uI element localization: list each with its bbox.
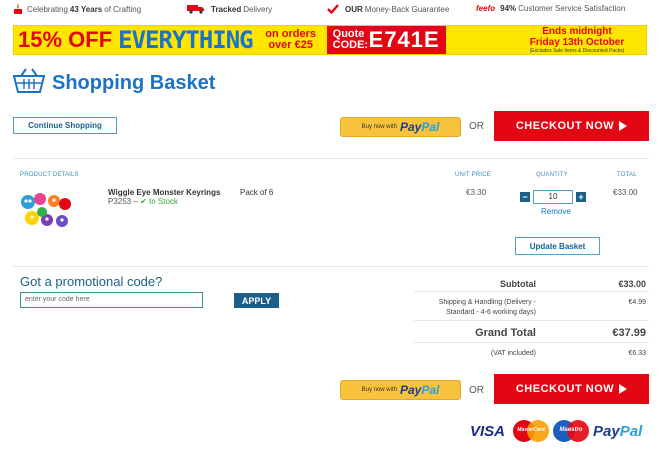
product-image[interactable] [18,190,74,234]
banner-everything: EVERYTHING [118,26,253,54]
unit-price: €3.30 [466,188,487,197]
usp-crafting: Celebrating 43 Years of Crafting [13,4,141,15]
usp-guarantee: OUR Money-Back Guarantee [327,4,449,14]
or-label: OR [469,385,484,396]
checkout-button[interactable]: CHECKOUT NOW [494,111,649,141]
paypal-logo: PayPal [593,422,643,440]
banner-quote-code: Quote CODE: E741E [326,26,446,54]
arrow-right-icon [619,384,628,394]
header-quantity: QUANTITY [536,172,568,178]
grand-total-value: €37.99 [612,327,646,339]
usp-feefo: feefo 94% Customer Service Satisfaction [476,4,626,13]
in-stock-icon: ✔ [140,197,147,206]
subtotal-label: Subtotal [500,279,536,289]
divider [13,266,649,267]
page-title: Shopping Basket [52,72,216,94]
banner-min-order: on orders over €25 [265,28,316,51]
stock-status: In Stock [149,197,178,206]
product-code: P3253 [108,197,132,206]
usp-delivery: Tracked Delivery [187,4,272,14]
header-product-details: PRODUCT DETAILS [20,172,79,178]
paypal-checkout-button[interactable]: Buy now with Pay Pal [340,117,461,137]
divider [414,291,649,292]
divider [414,342,649,343]
banner-expiry: Ends midnight Friday 13th October (Exclu… [529,25,625,54]
truck-icon [187,4,205,14]
cake-icon [13,4,23,15]
feefo-logo: feefo [476,4,496,13]
checkmark-icon [327,4,339,14]
payment-methods: VISA MasterCard Maestro PayPal [470,420,642,442]
line-total: €33.00 [613,188,638,197]
header-total: TOTAL [617,172,637,178]
divider [414,320,649,321]
maestro-logo: Maestro [553,420,590,442]
header-unit-price: UNIT PRICE [455,172,491,178]
basket-icon [12,68,46,96]
minus-icon[interactable]: − [520,192,530,202]
update-basket-button[interactable]: Update Basket [515,237,600,255]
subtotal-value: €33.00 [618,279,646,289]
shipping-label: Shipping & Handling (Delivery - Standard… [438,299,536,316]
plus-icon[interactable]: + [576,192,586,202]
promo-code-input[interactable]: enter your code here [20,292,203,308]
grand-total-label: Grand Total [475,327,536,339]
quantity-stepper[interactable]: − 10 + [520,190,586,204]
remove-link[interactable]: Remove [541,207,571,216]
continue-shopping-button[interactable]: Continue Shopping [13,117,117,134]
pack-size: Pack of 6 [240,188,274,197]
quantity-input[interactable]: 10 [533,190,573,204]
banner-discount: 15% OFF [18,27,113,52]
vat-label: (VAT included) [490,350,536,357]
promo-title: Got a promotional code? [20,274,163,289]
divider [13,158,649,159]
promo-banner[interactable]: 15% OFF EVERYTHING on orders over €25 Qu… [13,25,647,55]
visa-logo: VISA [470,422,506,440]
product-code-line: P3253 – ✔ In Stock [108,197,178,206]
apply-button[interactable]: APPLY [234,293,279,308]
vat-value: €6.33 [628,350,646,357]
paypal-checkout-button-bottom[interactable]: Buy now with Pay Pal [340,380,461,400]
arrow-right-icon [619,121,628,131]
checkout-button-bottom[interactable]: CHECKOUT NOW [494,374,649,404]
product-name[interactable]: Wiggle Eye Monster Keyrings [108,188,220,197]
or-label: OR [469,121,484,132]
shipping-value: €4.99 [628,299,646,306]
mastercard-logo: MasterCard [513,420,550,442]
